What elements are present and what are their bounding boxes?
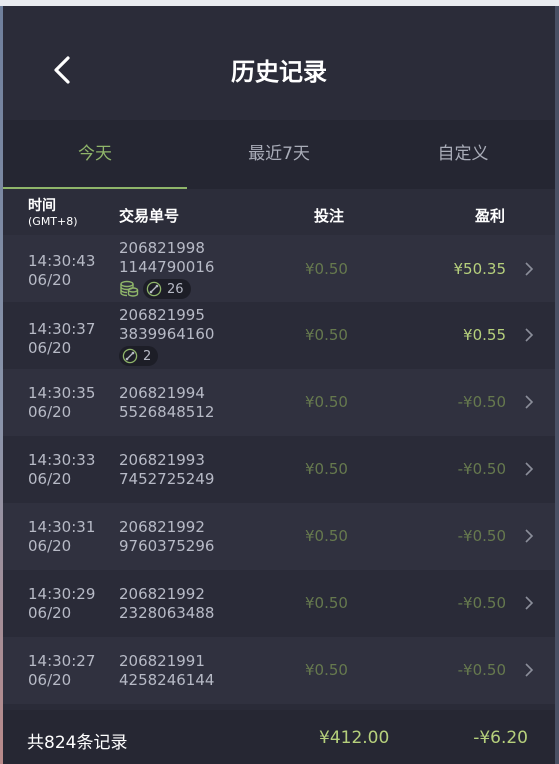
- row-time-value: 14:30:27: [28, 652, 96, 670]
- total-profit: -¥6.20: [473, 728, 528, 748]
- tab-custom[interactable]: 自定义: [371, 120, 555, 189]
- row-badges: 2: [119, 346, 214, 366]
- row-date-value: 06/20: [28, 537, 72, 555]
- chevron-right-icon: [524, 394, 534, 410]
- record-row[interactable]: 14:30:29 06/20 206821992 2328063488 ¥0.5…: [3, 570, 555, 637]
- record-row[interactable]: 14:30:43 06/20 206821998 1144790016 26 ¥…: [3, 235, 555, 302]
- row-profit: -¥0.50: [457, 460, 506, 478]
- row-order: 206821994 5526848512: [119, 384, 214, 422]
- row-order: 206821992 2328063488: [119, 585, 214, 623]
- row-order-b: 4258246144: [119, 671, 215, 689]
- link-count-badge: 2: [119, 346, 159, 366]
- row-time-value: 14:30:31: [28, 518, 96, 536]
- row-time: 14:30:33 06/20: [28, 451, 95, 489]
- chevron-right-icon: [524, 595, 534, 611]
- row-date-value: 06/20: [28, 470, 72, 488]
- row-order-b: 7452725249: [119, 470, 215, 488]
- page-title: 历史记录: [231, 58, 327, 86]
- row-order-a: 206821994: [119, 384, 205, 402]
- row-time: 14:30:29 06/20: [28, 585, 95, 623]
- record-row[interactable]: 14:30:37 06/20 206821995 3839964160 2 ¥0…: [3, 302, 555, 369]
- column-header: 时间 (GMT+8) 交易单号 投注 盈利: [3, 189, 555, 235]
- background-edge: [555, 6, 559, 764]
- header: 历史记录: [3, 6, 555, 120]
- summary-footer: 共824条记录 ¥412.00 -¥6.20: [3, 710, 555, 764]
- history-panel: 历史记录 今天 最近7天 自定义 时间 (GMT+8) 交易单号 投注 盈利 1…: [3, 6, 555, 764]
- record-row[interactable]: 14:30:35 06/20 206821994 5526848512 ¥0.5…: [3, 369, 555, 436]
- link-circle-icon: [146, 281, 162, 297]
- row-bet: ¥0.50: [305, 326, 348, 344]
- row-order: 206821995 3839964160 2: [119, 306, 214, 366]
- chevron-right-icon: [524, 528, 534, 544]
- row-profit: -¥0.50: [457, 393, 506, 411]
- row-time: 14:30:35 06/20: [28, 384, 95, 422]
- row-time: 14:30:31 06/20: [28, 518, 95, 556]
- chevron-right-icon: [524, 461, 534, 477]
- row-bet: ¥0.50: [305, 260, 348, 278]
- row-time: 14:30:43 06/20: [28, 252, 95, 290]
- row-bet: ¥0.50: [305, 527, 348, 545]
- row-date-value: 06/20: [28, 671, 72, 689]
- row-profit: ¥50.35: [453, 260, 507, 278]
- row-time-value: 14:30:35: [28, 384, 96, 402]
- tab-bar: 今天 最近7天 自定义: [3, 120, 555, 189]
- column-bet: 投注: [314, 207, 345, 225]
- row-date-value: 06/20: [28, 271, 72, 289]
- row-order: 206821991 4258246144: [119, 652, 214, 690]
- row-order-b: 5526848512: [119, 403, 215, 421]
- row-profit: -¥0.50: [457, 527, 506, 545]
- link-count: 26: [167, 281, 184, 297]
- tab-today[interactable]: 今天: [3, 120, 187, 189]
- row-time-value: 14:30:29: [28, 585, 96, 603]
- row-order-a: 206821995: [119, 306, 205, 324]
- row-order-a: 206821992: [119, 585, 205, 603]
- row-time: 14:30:37 06/20: [28, 320, 95, 358]
- row-profit: -¥0.50: [457, 661, 506, 679]
- row-date-value: 06/20: [28, 604, 72, 622]
- row-time: 14:30:27 06/20: [28, 652, 95, 690]
- record-row[interactable]: 14:30:33 06/20 206821993 7452725249 ¥0.5…: [3, 436, 555, 503]
- link-count-badge: 26: [143, 279, 191, 299]
- row-date-value: 06/20: [28, 339, 72, 357]
- row-order-a: 206821998: [119, 239, 205, 257]
- link-circle-icon: [122, 348, 138, 364]
- row-order-b: 1144790016: [119, 258, 215, 276]
- row-order: 206821993 7452725249: [119, 451, 214, 489]
- row-order: 206821992 9760375296: [119, 518, 214, 556]
- row-date-value: 06/20: [28, 403, 72, 421]
- record-count: 共824条记录: [27, 733, 128, 753]
- record-row[interactable]: 14:30:31 06/20 206821992 9760375296 ¥0.5…: [3, 503, 555, 570]
- record-list: 14:30:43 06/20 206821998 1144790016 26 ¥…: [3, 235, 555, 704]
- row-order-b: 2328063488: [119, 604, 215, 622]
- total-bet: ¥412.00: [319, 728, 390, 748]
- link-count: 2: [143, 348, 152, 364]
- record-row[interactable]: 14:30:27 06/20 206821991 4258246144 ¥0.5…: [3, 637, 555, 704]
- row-bet: ¥0.50: [305, 460, 348, 478]
- row-profit: -¥0.50: [457, 594, 506, 612]
- column-profit: 盈利: [475, 207, 506, 225]
- coin-stack-icon: [120, 280, 139, 297]
- row-order-a: 206821992: [119, 518, 205, 536]
- row-order-b: 9760375296: [119, 537, 215, 555]
- column-timezone: (GMT+8): [28, 215, 78, 228]
- tab-last-7-days[interactable]: 最近7天: [187, 120, 371, 189]
- row-badges: 26: [119, 279, 214, 299]
- row-bet: ¥0.50: [305, 393, 348, 411]
- chevron-right-icon: [524, 261, 534, 277]
- column-time-label: 时间: [28, 198, 56, 214]
- column-time: 时间 (GMT+8): [28, 199, 78, 229]
- row-bet: ¥0.50: [305, 661, 348, 679]
- row-time-value: 14:30:37: [28, 320, 96, 338]
- row-time-value: 14:30:43: [28, 252, 96, 270]
- chevron-right-icon: [524, 662, 534, 678]
- row-bet: ¥0.50: [305, 594, 348, 612]
- row-order-a: 206821991: [119, 652, 205, 670]
- chevron-right-icon: [524, 327, 534, 343]
- row-order-a: 206821993: [119, 451, 205, 469]
- row-time-value: 14:30:33: [28, 451, 96, 469]
- column-order: 交易单号: [119, 207, 180, 225]
- row-order: 206821998 1144790016 26: [119, 239, 214, 299]
- row-order-b: 3839964160: [119, 325, 215, 343]
- row-profit: ¥0.55: [463, 326, 506, 344]
